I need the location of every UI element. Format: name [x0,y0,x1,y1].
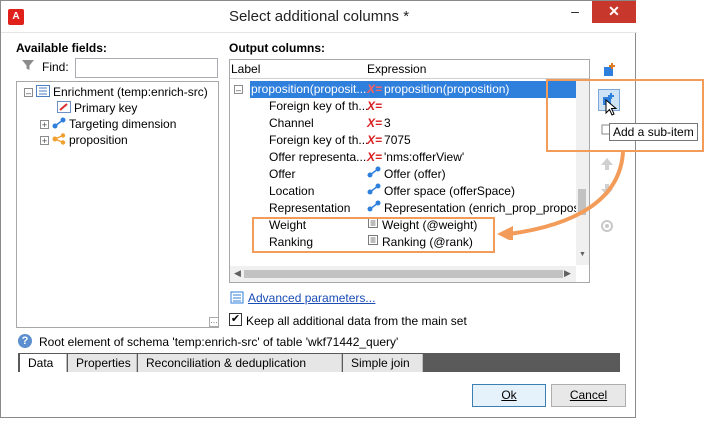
scrollbar-thumb[interactable] [244,270,563,278]
link-icon [367,183,381,200]
title-bar: A Select additional columns * – ✕ [1,1,637,33]
row-label: Representation [269,201,351,215]
tab-data[interactable]: Data [20,354,67,372]
table-row[interactable]: Foreign key of th... X= [230,98,589,115]
collapse-icon[interactable]: – [24,88,33,98]
keep-data-checkbox[interactable]: ✔ [229,313,242,326]
table-row[interactable]: Foreign key of th... X= 7075 [230,132,589,149]
row-expression: 3 [384,116,391,130]
available-fields-tree[interactable]: – Enrichment (temp:enrich-src) Primary ke… [16,81,219,328]
table-row[interactable]: – proposition(proposit... X= proposition(… [230,81,589,98]
expression-icon: X= [367,116,383,130]
row-label: Offer [269,167,296,181]
tree-item-targeting-dimension[interactable]: + Targeting dimension [40,116,176,132]
table-row[interactable]: Channel X= 3 [230,115,589,132]
link-icon [52,117,66,133]
tab-reconciliation[interactable]: Reconciliation & deduplication [138,354,342,372]
annotation-arrow-icon [497,151,625,240]
expression-icon: X= [367,150,383,164]
highlight-box-weight-ranking [252,217,495,253]
grid-header: Label Expression [230,60,589,79]
more-button[interactable]: … [209,317,219,327]
row-label: Foreign key of th... [269,99,369,113]
share-icon [52,133,66,149]
row-label: Foreign key of th... [269,133,369,147]
row-expression: 7075 [384,133,411,147]
tab-properties[interactable]: Properties [68,354,137,372]
tab-simple-join[interactable]: Simple join [343,354,423,372]
expression-icon: X= [367,133,383,147]
tree-item-proposition[interactable]: + proposition [40,132,128,148]
column-header-expression[interactable]: Expression [367,60,426,78]
tree-item-label: proposition [69,133,128,147]
find-input[interactable] [75,58,218,78]
cancel-button[interactable]: Cancel [551,384,626,407]
window-title: Select additional columns * [228,8,410,25]
scroll-left-arrow-icon[interactable]: ◀ [234,268,241,279]
output-columns-heading: Output columns: [229,41,325,55]
list-icon [36,84,50,101]
scroll-down-arrow-icon[interactable]: ▼ [578,251,587,261]
row-expression: 'nms:offerView' [384,150,465,164]
schema-info-text: Root element of schema 'temp:enrich-src'… [39,335,399,349]
tree-item-enrichment[interactable]: – Enrichment (temp:enrich-src) [24,84,208,100]
expand-icon[interactable]: + [40,120,49,130]
ok-button-label: Ok [501,388,517,402]
find-label: Find: [42,60,69,74]
row-label: Offer representa... [269,150,367,164]
row-label: Location [269,184,315,198]
row-label: proposition(proposit... [251,82,367,96]
highlight-box-add-sub-item [546,79,704,152]
horizontal-scrollbar[interactable]: ◀ ▶ [230,266,576,282]
expand-icon[interactable]: + [40,136,49,146]
column-header-label[interactable]: Label [231,60,260,78]
expression-icon: X= [367,99,383,113]
expression-icon: X= [367,82,383,96]
tree-item-label: Targeting dimension [69,117,177,131]
advanced-parameters-icon [230,290,244,304]
tree-item-label: Primary key [74,101,138,115]
tree-item-primary-key[interactable]: Primary key [57,100,137,116]
cancel-button-label: Cancel [569,388,608,402]
link-icon [367,200,381,217]
tree-item-label: Enrichment (temp:enrich-src) [53,85,208,99]
advanced-parameters-link[interactable]: Advanced parameters... [248,291,375,305]
close-button[interactable]: ✕ [592,1,636,23]
collapse-icon[interactable]: – [234,85,243,95]
key-icon [57,100,71,117]
row-expression: Offer (offer) [384,167,446,181]
scroll-right-arrow-icon[interactable]: ▶ [564,268,571,279]
minimize-button[interactable]: – [560,1,590,23]
row-expression: proposition(proposition) [384,82,510,96]
available-fields-heading: Available fields: [16,41,107,55]
link-icon [367,166,381,183]
tab-bar: Data Properties Reconciliation & dedupli… [18,353,620,372]
filter-icon [21,58,35,72]
ok-button[interactable]: Ok [472,384,546,407]
help-icon: ? [18,334,32,348]
row-label: Channel [269,116,314,130]
keep-data-label: Keep all additional data from the main s… [246,314,467,328]
